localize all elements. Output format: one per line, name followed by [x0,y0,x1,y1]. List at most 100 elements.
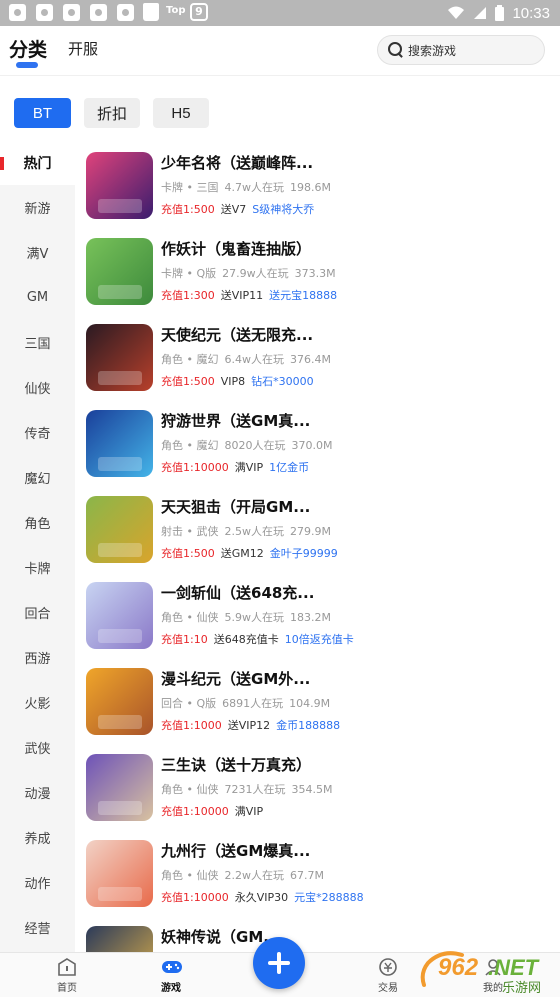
game-size: 183.2M [289,611,331,624]
chip-h5[interactable]: H5 [153,98,209,128]
game-meta: 角色 • 仙侠 7231人在玩 354.5M [161,781,338,797]
search-box[interactable]: 搜索游戏 [377,35,545,65]
game-gift-tag: 送VIP11 [220,289,264,302]
game-thumbnail [86,324,153,391]
game-tags: 充值1:500 送V7 S级神将大乔 [161,201,314,217]
nav-games[interactable]: 游戏 [136,953,206,998]
game-rate-tag: 充值1:300 [161,289,215,302]
game-rate-tag: 充值1:10000 [161,805,229,818]
notification-paw-icon [36,4,53,21]
sidebar-item[interactable]: 经营 [0,905,75,950]
notification-app-icon: 9 [190,3,208,21]
game-rate-tag: 充值1:10 [161,633,208,646]
watermark-logo: 962 .NET 乐游网 [418,945,558,996]
platform-filter: BT 折扣 H5 [14,98,209,128]
game-row[interactable]: 狩游世界（送GM真... 角色 • 魔幻 8020人在玩 370.0M 充值1:1000… [75,398,560,484]
game-category: 角色 • 魔幻 [161,353,219,366]
game-row[interactable]: 天天狙击（开局GM... 射击 • 武侠 2.5w人在玩 279.9M 充值1:500 送… [75,484,560,570]
game-list: 少年名将（送巅峰阵... 卡牌 • 三国 4.7w人在玩 198.6M 充值1:500 送… [75,140,560,952]
nav-games-label: 游戏 [161,983,181,994]
game-meta: 角色 • 仙侠 5.9w人在玩 183.2M [161,609,337,625]
game-meta: 回合 • Q版 6891人在玩 104.9M [161,695,336,711]
tab-server-open[interactable]: 开服 [68,38,98,59]
sidebar-item[interactable]: 热门 [0,140,75,185]
game-players: 5.9w人在玩 [224,611,284,624]
sidebar-item[interactable]: 动作 [0,860,75,905]
game-title: 作妖计（鬼畜连抽版） [161,240,312,258]
sidebar-item[interactable]: 新游 [0,185,75,230]
search-placeholder: 搜索游戏 [408,43,457,58]
sidebar-item-label: GM [26,290,49,305]
sidebar-item-label: 传奇 [24,427,51,442]
game-size: 67.7M [289,869,324,882]
sidebar-item[interactable]: 角色 [0,500,75,545]
game-bonus-tag: 10倍返充值卡 [284,633,354,646]
game-gift-tag: 送648充值卡 [213,633,279,646]
game-bonus-tag: 1亿金币 [269,461,310,474]
nav-trade[interactable]: 交易 [353,953,423,998]
game-meta: 角色 • 仙侠 2.2w人在玩 67.7M [161,867,330,883]
sidebar-item[interactable]: 三国 [0,320,75,365]
sidebar-item[interactable]: 魔幻 [0,455,75,500]
game-category: 卡牌 • Q版 [161,267,217,280]
game-row[interactable]: 作妖计（鬼畜连抽版） 卡牌 • Q版 27.9w人在玩 373.3M 充值1:300 送V… [75,226,560,312]
game-gift-tag: 满VIP [234,805,264,818]
sidebar-item[interactable]: GM [0,275,75,320]
sidebar-item[interactable]: 火影 [0,680,75,725]
game-category: 角色 • 仙侠 [161,869,219,882]
sidebar-item-label: 西游 [24,652,51,667]
game-size: 279.9M [289,525,331,538]
sidebar-item[interactable]: 西游 [0,635,75,680]
game-size: 376.4M [289,353,331,366]
game-tags: 充值1:10 送648充值卡 10倍返充值卡 [161,631,354,647]
nav-trade-label: 交易 [378,983,398,994]
wifi-icon [448,6,465,19]
chip-discount[interactable]: 折扣 [84,98,140,128]
game-gift-tag: 送V7 [220,203,247,216]
game-rate-tag: 充值1:1000 [161,719,222,732]
sidebar-item[interactable]: 武侠 [0,725,75,770]
game-size: 373.3M [294,267,336,280]
game-thumbnail [86,840,153,907]
game-tags: 充值1:300 送VIP11 送元宝18888 [161,287,337,303]
sidebar-item-label: 三国 [24,337,51,352]
game-players: 6.4w人在玩 [224,353,284,366]
clock: 10:33 [512,4,550,22]
game-tags: 充值1:10000 满VIP [161,803,269,819]
sidebar-item[interactable]: 回合 [0,590,75,635]
game-row[interactable]: 少年名将（送巅峰阵... 卡牌 • 三国 4.7w人在玩 198.6M 充值1:500 送… [75,140,560,226]
sidebar-active-marker [0,157,4,170]
game-players: 7231人在玩 [224,783,286,796]
sidebar-item[interactable]: 动漫 [0,770,75,815]
game-meta: 卡牌 • Q版 27.9w人在玩 373.3M [161,265,342,281]
game-size: 198.6M [289,181,331,194]
sidebar-item[interactable]: 传奇 [0,410,75,455]
sidebar-item[interactable]: 满V [0,230,75,275]
game-thumbnail [86,496,153,563]
notification-paw-icon [63,4,80,21]
game-title: 一剑斩仙（送648充... [161,584,315,602]
game-row[interactable]: 九州行（送GM爆真... 角色 • 仙侠 2.2w人在玩 67.7M 充值1:10000… [75,828,560,914]
game-meta: 卡牌 • 三国 4.7w人在玩 198.6M [161,179,337,195]
game-title: 天天狙击（开局GM... [161,498,311,516]
game-size: 354.5M [291,783,333,796]
game-row[interactable]: 一剑斩仙（送648充... 角色 • 仙侠 5.9w人在玩 183.2M 充值1:10 送… [75,570,560,656]
game-gift-tag: 永久VIP30 [234,891,289,904]
tab-category[interactable]: 分类 [9,35,47,62]
game-row[interactable]: 三生诀（送十万真充） 角色 • 仙侠 7231人在玩 354.5M 充值1:10000 满… [75,742,560,828]
game-category: 角色 • 仙侠 [161,783,219,796]
chip-bt[interactable]: BT [14,98,71,128]
game-meta: 射击 • 武侠 2.5w人在玩 279.9M [161,523,337,539]
game-gift-tag: 满VIP [234,461,264,474]
game-thumbnail [86,754,153,821]
nav-home[interactable]: 首页 [32,953,102,998]
sidebar-item[interactable]: 养成 [0,815,75,860]
game-size: 370.0M [291,439,333,452]
add-button[interactable] [253,937,305,989]
game-row[interactable]: 漫斗纪元（送GM外... 回合 • Q版 6891人在玩 104.9M 充值1:1000… [75,656,560,742]
game-row[interactable]: 天使纪元（送无限充... 角色 • 魔幻 6.4w人在玩 376.4M 充值1:500 V… [75,312,560,398]
trade-icon [378,957,398,977]
sidebar-item[interactable]: 卡牌 [0,545,75,590]
game-thumbnail [86,582,153,649]
sidebar-item[interactable]: 仙侠 [0,365,75,410]
